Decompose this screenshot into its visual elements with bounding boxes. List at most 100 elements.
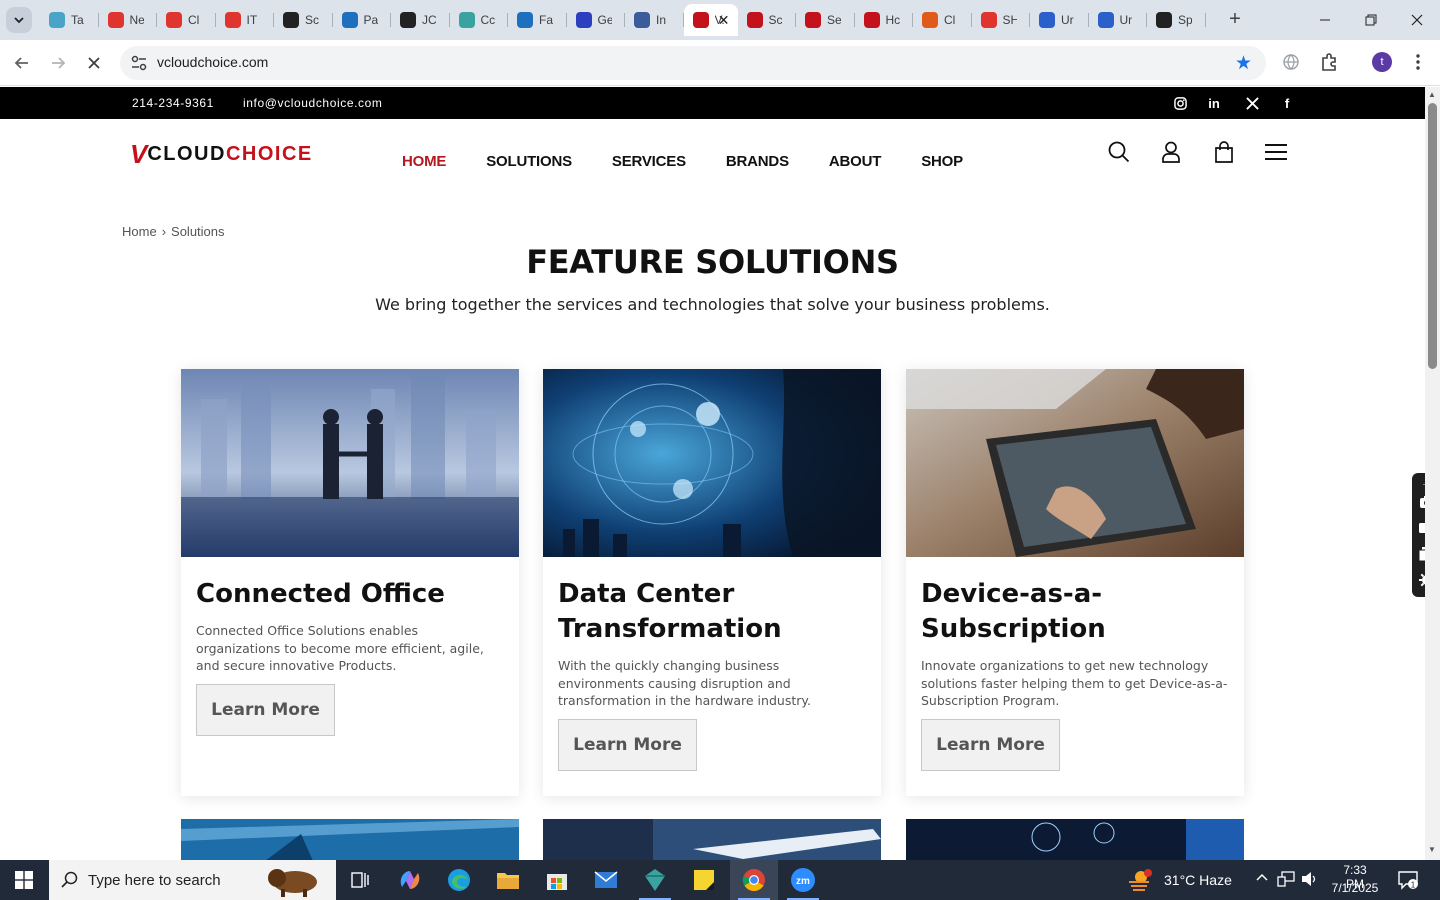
browser-tab[interactable]: V. ✕: [683, 4, 738, 36]
site-info-icon[interactable]: [130, 54, 148, 72]
translate-icon[interactable]: [1280, 51, 1302, 73]
facebook-icon[interactable]: f: [1278, 94, 1296, 112]
search-icon[interactable]: [1106, 139, 1132, 165]
linkedin-icon[interactable]: in: [1205, 94, 1223, 112]
tab-title: Cc: [480, 13, 495, 27]
learn-more-button[interactable]: Learn More: [558, 719, 697, 771]
scrollbar-thumb[interactable]: [1428, 103, 1437, 369]
browser-tab[interactable]: Sc: [738, 4, 797, 36]
scroll-up-arrow-icon[interactable]: ▲: [1428, 90, 1436, 99]
minimize-button[interactable]: [1302, 0, 1348, 40]
hamburger-menu-icon[interactable]: [1263, 139, 1289, 165]
volume-icon[interactable]: [1301, 871, 1319, 890]
task-view-icon[interactable]: [336, 860, 384, 900]
close-icon: [1411, 14, 1423, 26]
instagram-icon[interactable]: [1171, 94, 1189, 112]
user-account-icon[interactable]: [1158, 139, 1184, 165]
sticky-notes-icon[interactable]: [680, 860, 728, 900]
logo-v-mark: V: [130, 139, 148, 169]
browser-tab[interactable]: IT: [216, 4, 275, 36]
browser-tab[interactable]: Sp: [1147, 4, 1206, 36]
weather-text[interactable]: 31°C Haze: [1164, 872, 1232, 888]
new-tab-button[interactable]: +: [1224, 8, 1246, 32]
browser-tab[interactable]: Cl: [913, 4, 972, 36]
page-scrollbar[interactable]: ▲ ▼: [1425, 87, 1440, 860]
back-button[interactable]: [8, 49, 36, 77]
browser-tab[interactable]: Ne: [99, 4, 158, 36]
scroll-down-arrow-icon[interactable]: ▼: [1428, 845, 1436, 854]
contact-topbar: 214-234-9361 info@vcloudchoice.com in f: [0, 87, 1425, 119]
stop-loading-button[interactable]: [80, 49, 108, 77]
forward-button[interactable]: [44, 49, 72, 77]
mail-icon[interactable]: [582, 860, 630, 900]
bookmark-star-icon[interactable]: ★: [1235, 52, 1252, 75]
learn-more-button[interactable]: Learn More: [196, 684, 335, 736]
hexagon-icon: [49, 12, 65, 28]
flame-icon: [922, 12, 938, 28]
phone-number[interactable]: 214-234-9361: [132, 96, 214, 110]
page-subtitle: We bring together the services and techn…: [375, 295, 1050, 314]
browser-tab[interactable]: Se: [796, 4, 855, 36]
minimize-icon: [1320, 19, 1330, 21]
close-tab-icon[interactable]: ✕: [718, 12, 730, 29]
notification-center-icon[interactable]: 1: [1398, 870, 1418, 893]
browser-tab[interactable]: Ur: [1030, 4, 1089, 36]
clock-date[interactable]: 7/1/2025: [1331, 881, 1379, 895]
nav-brands[interactable]: BRANDS: [726, 153, 789, 170]
copilot-icon[interactable]: [386, 860, 434, 900]
tab-title: Ne: [129, 13, 144, 27]
shopping-bag-icon[interactable]: [1211, 139, 1237, 165]
browser-tab[interactable]: Sc: [274, 4, 333, 36]
breadcrumb-home[interactable]: Home: [122, 224, 157, 239]
show-hidden-icons-chevron-icon[interactable]: [1255, 871, 1269, 888]
nav-services[interactable]: SERVICES: [612, 153, 686, 170]
nav-solutions[interactable]: SOLUTIONS: [486, 153, 572, 170]
taskbar-app-diamond-icon[interactable]: [631, 860, 679, 900]
file-explorer-icon[interactable]: [484, 860, 532, 900]
tab-title: SH: [1002, 13, 1017, 27]
nav-about[interactable]: ABOUT: [829, 153, 882, 170]
diamond-icon: [166, 12, 182, 28]
tab-title: Ur: [1119, 13, 1133, 27]
email-link[interactable]: info@vcloudchoice.com: [243, 96, 383, 110]
browser-tab[interactable]: Ur: [1089, 4, 1148, 36]
edge-browser-icon[interactable]: [435, 860, 483, 900]
hexagon-icon: [458, 12, 475, 28]
taskbar-search-box[interactable]: Type here to search: [49, 860, 336, 900]
browser-tab[interactable]: JC: [391, 4, 450, 36]
vcloudchoice-logo[interactable]: V CLOUD CHOICE: [130, 141, 313, 167]
learn-more-button[interactable]: Learn More: [921, 719, 1060, 771]
browser-tab[interactable]: Fa: [508, 4, 567, 36]
tab-search-button[interactable]: [6, 7, 32, 33]
close-window-button[interactable]: [1394, 0, 1440, 40]
profile-avatar[interactable]: t: [1372, 52, 1392, 72]
chrome-icon[interactable]: [730, 860, 778, 900]
address-bar[interactable]: vcloudchoice.com ★: [120, 46, 1266, 80]
breadcrumb-separator: ›: [161, 224, 167, 239]
ring-icon: [980, 12, 997, 28]
browser-tab[interactable]: Cc: [450, 4, 509, 36]
browser-tab[interactable]: Ge: [567, 4, 626, 36]
browser-tab[interactable]: Hc: [855, 4, 914, 36]
start-button[interactable]: [0, 860, 48, 900]
restore-button[interactable]: [1348, 0, 1394, 40]
browser-tab[interactable]: Pa: [333, 4, 392, 36]
solution-card-device-subscription: Device-as-a-Subscription Innovate organi…: [906, 369, 1244, 796]
card-description: Innovate organizations to get new techno…: [921, 658, 1228, 708]
browser-menu-icon[interactable]: [1407, 51, 1429, 73]
network-icon[interactable]: [1277, 871, 1295, 890]
browser-tab[interactable]: Ta: [40, 4, 99, 36]
svg-text:zm: zm: [796, 876, 810, 887]
microsoft-store-icon[interactable]: [533, 860, 581, 900]
browser-tab[interactable]: Cl: [157, 4, 216, 36]
search-icon: [61, 871, 78, 888]
solution-card-row2-2: [543, 819, 881, 860]
x-twitter-icon[interactable]: [1243, 94, 1261, 112]
nav-shop[interactable]: SHOP: [921, 153, 963, 170]
browser-tab[interactable]: In: [625, 4, 684, 36]
extensions-icon[interactable]: [1318, 51, 1340, 73]
zoom-icon[interactable]: zm: [779, 860, 827, 900]
nav-home[interactable]: HOME: [402, 153, 446, 170]
browser-tab[interactable]: SH: [972, 4, 1031, 36]
weather-icon[interactable]: [1120, 860, 1160, 900]
